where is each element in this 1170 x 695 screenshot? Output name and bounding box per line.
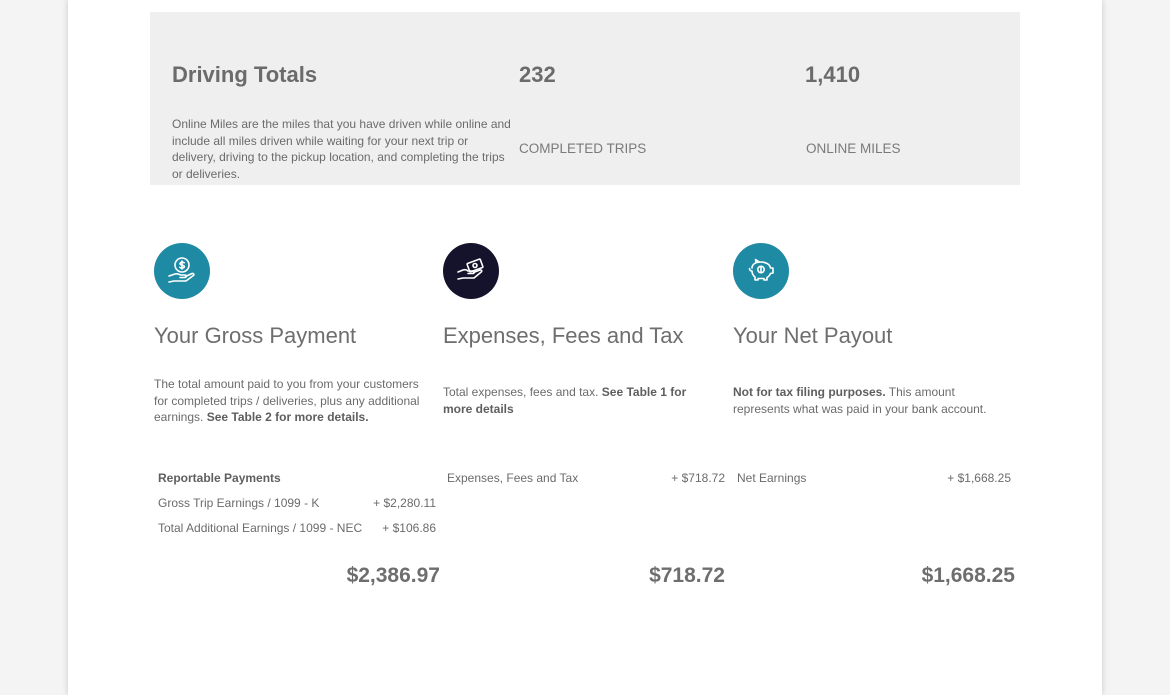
gross-payment-total: $2,386.97 [346, 564, 440, 587]
reportable-payments-header: Reportable Payments [158, 471, 281, 485]
table-row: Total Additional Earnings / 1099 - NEC +… [158, 521, 436, 535]
table-row: Gross Trip Earnings / 1099 - K + $2,280.… [158, 496, 436, 510]
table-row: Expenses, Fees and Tax + $718.72 [447, 471, 725, 485]
statement-page: Driving Totals Online Miles are the mile… [68, 0, 1102, 695]
net-payout-title: Your Net Payout [733, 323, 893, 348]
hand-money-icon [443, 243, 499, 299]
expenses-description: Total expenses, fees and tax. See Table … [443, 385, 687, 416]
gross-payment-description: The total amount paid to you from your c… [154, 377, 420, 424]
expenses-total: $718.72 [649, 564, 725, 587]
net-payout-section: Your Net Payout Not for tax filing purpo… [733, 243, 1015, 587]
net-payout-total: $1,668.25 [921, 564, 1015, 587]
online-miles-label: ONLINE MILES [806, 141, 901, 156]
piggy-bank-icon [733, 243, 789, 299]
driving-totals-panel: Driving Totals Online Miles are the mile… [150, 12, 1020, 185]
net-payout-description: Not for tax filing purposes. This amount… [733, 385, 987, 416]
driving-totals-description: Online Miles are the miles that you have… [172, 117, 511, 181]
gross-payment-title: Your Gross Payment [154, 323, 357, 348]
expenses-section: Expenses, Fees and Tax Total expenses, f… [443, 243, 725, 587]
completed-trips-label: COMPLETED TRIPS [519, 141, 647, 156]
driving-totals-title: Driving Totals [172, 62, 318, 87]
online-miles-value: 1,410 [805, 62, 861, 87]
table-row: Net Earnings + $1,668.25 [737, 471, 1011, 485]
expenses-title: Expenses, Fees and Tax [443, 323, 684, 348]
hand-dollar-icon [154, 243, 210, 299]
gross-payment-section: Your Gross Payment The total amount paid… [154, 243, 440, 587]
completed-trips-value: 232 [519, 62, 556, 87]
